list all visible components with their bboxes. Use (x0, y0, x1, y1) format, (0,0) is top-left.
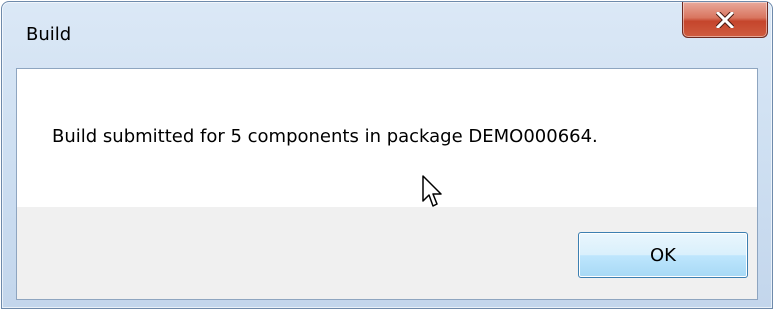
title-bar[interactable]: Build (2, 2, 772, 68)
build-dialog: Build Build submitted for 5 components i… (1, 1, 773, 309)
close-x-icon (716, 11, 734, 28)
message-text: Build submitted for 5 components in pack… (52, 126, 598, 147)
ok-button[interactable]: OK (578, 232, 748, 278)
dialog-client-area: Build submitted for 5 components in pack… (16, 68, 758, 300)
message-panel: Build submitted for 5 components in pack… (17, 69, 757, 207)
window-title: Build (26, 24, 72, 45)
close-button[interactable] (682, 2, 768, 38)
